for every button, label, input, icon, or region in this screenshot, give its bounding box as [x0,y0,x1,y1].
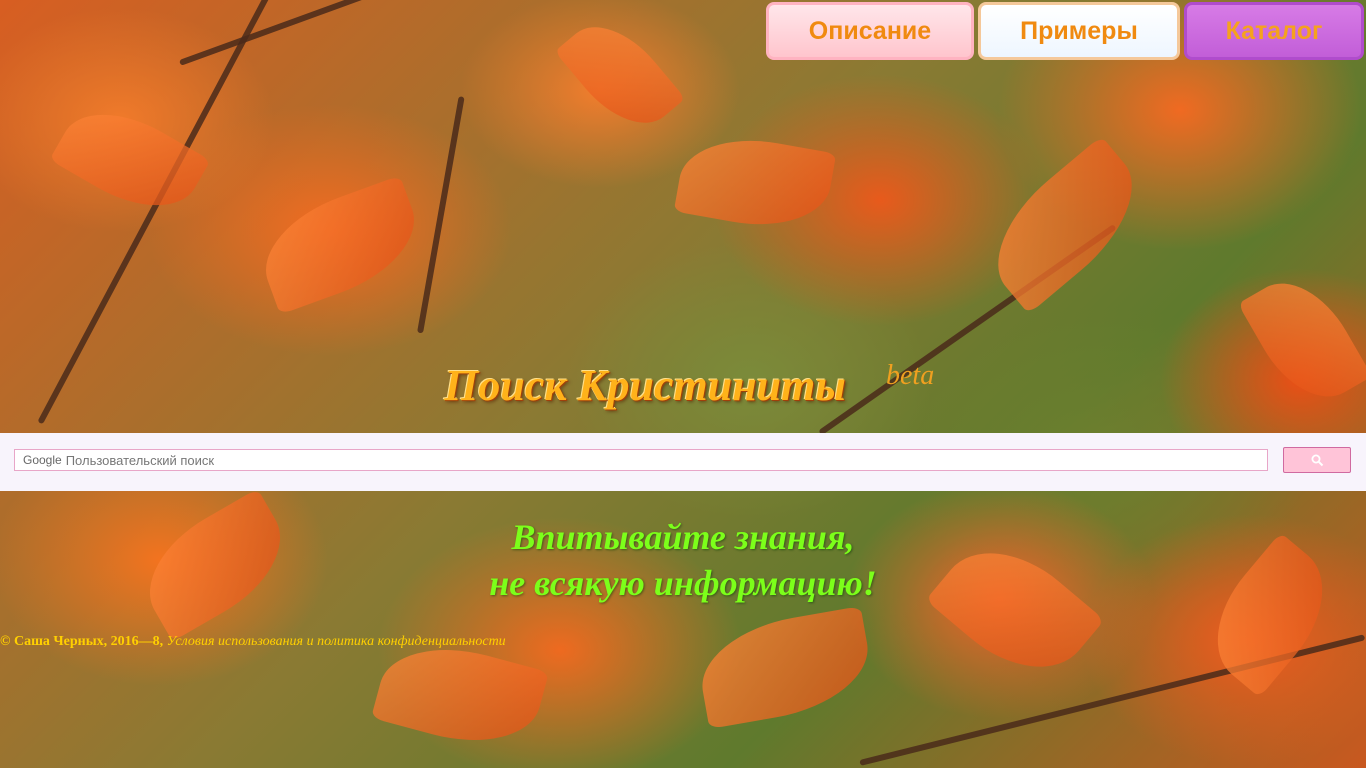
nav-button-description[interactable]: Описание [766,2,974,60]
search-placeholder: Пользовательский поиск [65,452,215,468]
top-navigation: Описание Примеры Каталог [766,2,1364,60]
copyright-text: © Саша Черных, 2016—8, [0,634,164,649]
slogan-line-1: Впитывайте знания, [511,517,855,557]
search-input[interactable]: Google Пользовательский поиск [14,449,1268,471]
slogan-line-2: не всякую информацию! [489,563,877,603]
slogan: Впитывайте знания, не всякую информацию! [0,514,1366,606]
nav-button-examples[interactable]: Примеры [978,2,1180,60]
page-title: Поиск Кристиниты [444,361,846,410]
nav-button-label: Каталог [1225,16,1323,45]
search-button[interactable] [1283,447,1351,473]
search-bar: Google Пользовательский поиск [0,433,1366,491]
nav-button-label: Описание [808,16,932,45]
beta-badge: beta [886,360,935,391]
terms-link[interactable]: Условия использования и политика конфиде… [167,634,506,649]
search-icon [1311,454,1323,466]
nav-button-catalog[interactable]: Каталог [1184,2,1364,60]
google-logo: Google [23,453,62,467]
nav-button-label: Примеры [1020,16,1138,45]
footer: © Саша Черных, 2016—8, Условия использов… [0,634,506,650]
